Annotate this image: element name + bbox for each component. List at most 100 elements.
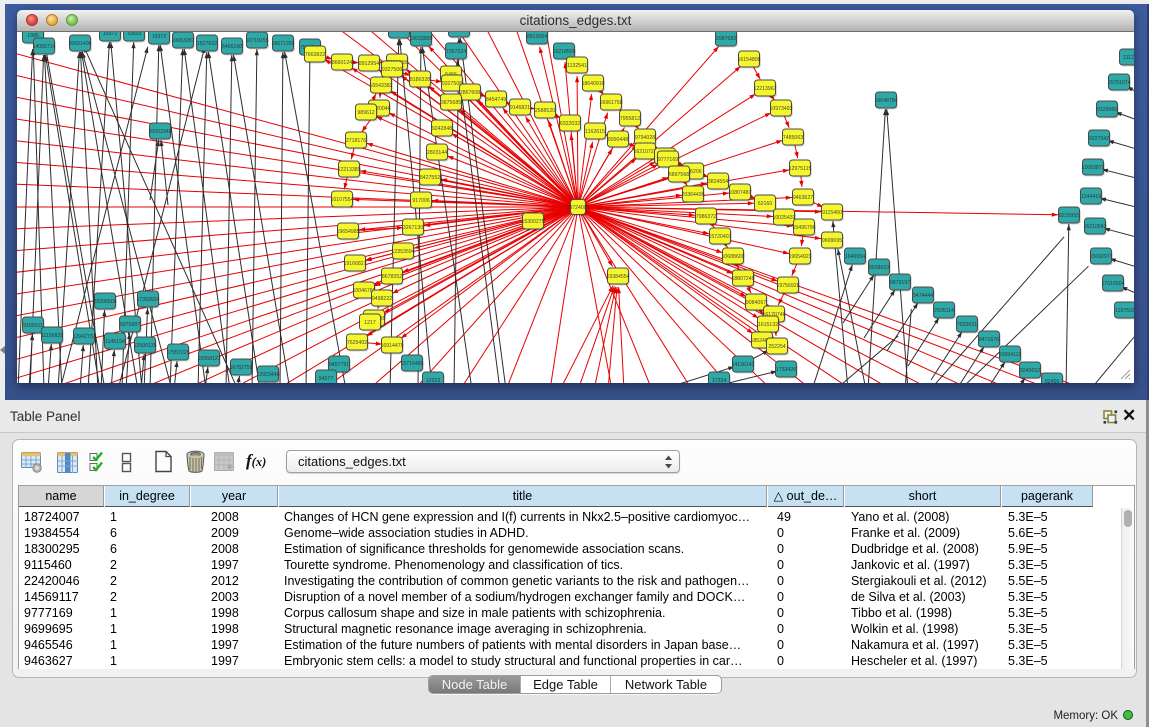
svg-text:12923: 12923 — [426, 378, 441, 383]
svg-text:1527602: 1527602 — [197, 41, 217, 47]
svg-text:10925: 10925 — [452, 32, 467, 33]
svg-text:8454749: 8454749 — [486, 97, 506, 103]
svg-text:6466160: 6466160 — [222, 44, 242, 50]
svg-text:9474444: 9474444 — [913, 293, 933, 299]
svg-text:2803144: 2803144 — [427, 150, 447, 156]
svg-text:17016504: 17016504 — [1101, 281, 1124, 287]
svg-text:8427552: 8427552 — [420, 175, 440, 181]
svg-text:9129966: 9129966 — [1097, 107, 1117, 113]
svg-text:14136141: 14136141 — [731, 362, 754, 368]
svg-text:15716485: 15716485 — [400, 361, 423, 367]
svg-text:19384554: 19384554 — [606, 274, 629, 280]
svg-text:18807249: 18807249 — [731, 276, 754, 282]
svg-text:20691406: 20691406 — [68, 41, 91, 47]
svg-text:9699695: 9699695 — [822, 238, 842, 244]
svg-text:1615132: 1615132 — [758, 322, 778, 328]
svg-text:7485063: 7485063 — [783, 135, 803, 141]
svg-text:17957225: 17957225 — [166, 350, 189, 356]
svg-text:19372: 19372 — [152, 34, 167, 40]
svg-text:12093872: 12093872 — [1081, 165, 1104, 171]
svg-text:10653287: 10653287 — [171, 38, 194, 44]
svg-text:9185011: 9185011 — [23, 323, 43, 329]
svg-text:16210722: 16210722 — [633, 149, 656, 155]
svg-text:12213389: 12213389 — [337, 167, 360, 173]
svg-text:15495796: 15495796 — [792, 225, 815, 231]
svg-text:10807487: 10807487 — [728, 190, 751, 196]
svg-text:2867608: 2867608 — [460, 90, 480, 96]
svg-text:7632621: 7632621 — [957, 322, 977, 328]
svg-text:9498222: 9498222 — [372, 296, 392, 302]
svg-text:16210643: 16210643 — [1083, 224, 1106, 230]
svg-text:1145194: 1145194 — [105, 339, 125, 345]
svg-text:10025433: 10025433 — [772, 215, 795, 221]
svg-text:20053346: 20053346 — [148, 129, 171, 135]
svg-text:8660124: 8660124 — [332, 60, 352, 66]
svg-text:19654985: 19654985 — [336, 229, 359, 235]
svg-text:9463627: 9463627 — [793, 195, 813, 201]
svg-text:15300275: 15300275 — [521, 219, 544, 225]
svg-text:2935114: 2935114 — [934, 308, 954, 314]
svg-text:8215955: 8215955 — [1059, 213, 1079, 219]
svg-text:1162615: 1162615 — [585, 129, 605, 135]
svg-text:19166827: 19166827 — [343, 261, 366, 267]
svg-text:8938923: 8938923 — [869, 265, 889, 271]
svg-text:1132541: 1132541 — [567, 63, 587, 69]
svg-text:8186328: 8186328 — [410, 77, 430, 83]
svg-text:104417: 104417 — [390, 32, 407, 34]
svg-text:19218506: 19218506 — [552, 49, 575, 55]
svg-text:3875685: 3875685 — [441, 100, 461, 106]
svg-text:16543382: 16543382 — [369, 83, 392, 89]
svg-text:8678352: 8678352 — [382, 274, 402, 280]
svg-text:19756928: 19756928 — [776, 283, 799, 289]
svg-text:19654923: 19654923 — [788, 254, 811, 260]
svg-text:9975887: 9975887 — [120, 322, 140, 328]
svg-text:8813054: 8813054 — [527, 34, 547, 40]
svg-text:12213967: 12213967 — [753, 86, 776, 92]
svg-text:9115460: 9115460 — [822, 210, 842, 216]
svg-text:10958127: 10958127 — [197, 356, 220, 362]
svg-text:6879197: 6879197 — [890, 280, 910, 286]
svg-text:17359924: 17359924 — [136, 297, 159, 303]
svg-text:10688609: 10688609 — [721, 254, 744, 260]
svg-text:16671355: 16671355 — [271, 41, 294, 47]
svg-text:18724007: 18724007 — [566, 205, 589, 211]
svg-text:917006: 917006 — [412, 198, 429, 204]
svg-text:989612: 989612 — [357, 110, 374, 116]
svg-text:1733426: 1733426 — [776, 367, 796, 373]
svg-text:10654112: 10654112 — [999, 352, 1022, 358]
svg-text:2588520: 2588520 — [535, 108, 555, 114]
svg-text:7955812: 7955812 — [620, 116, 640, 122]
svg-text:9327506: 9327506 — [382, 67, 402, 73]
svg-text:10719155: 10719155 — [245, 38, 268, 44]
svg-text:9084067: 9084067 — [746, 300, 766, 306]
svg-text:1244419: 1244419 — [1081, 194, 1101, 200]
svg-text:94577: 94577 — [319, 376, 334, 382]
svg-text:8912954: 8912954 — [359, 61, 379, 67]
svg-text:6897568: 6897568 — [669, 172, 689, 178]
svg-text:12942737: 12942737 — [72, 334, 95, 340]
svg-text:19371: 19371 — [103, 32, 118, 37]
svg-text:3824554: 3824554 — [708, 179, 728, 185]
svg-text:11156829: 11156829 — [41, 333, 63, 339]
svg-text:9227342: 9227342 — [1089, 136, 1109, 142]
svg-text:8990448: 8990448 — [608, 137, 628, 143]
svg-text:7357224: 7357224 — [446, 49, 466, 55]
svg-text:15720407: 15720407 — [708, 234, 731, 240]
svg-text:1167533: 1167533 — [1115, 308, 1134, 314]
svg-text:2087682: 2087682 — [716, 36, 736, 42]
svg-text:11125: 11125 — [1123, 55, 1134, 61]
svg-text:9146821: 9146821 — [510, 105, 530, 111]
svg-text:9794028: 9794028 — [635, 135, 655, 141]
svg-text:1217: 1217 — [364, 320, 376, 326]
svg-text:14055714: 14055714 — [32, 44, 55, 50]
svg-text:12923448: 12923448 — [256, 372, 279, 378]
svg-text:16033809: 16033809 — [409, 36, 432, 42]
svg-text:9245652: 9245652 — [1020, 368, 1040, 374]
svg-text:9242848: 9242848 — [432, 126, 452, 132]
svg-text:9457791: 9457791 — [329, 362, 349, 368]
svg-text:15692971: 15692971 — [1089, 254, 1112, 260]
svg-text:17334: 17334 — [712, 378, 727, 383]
svg-text:7663822: 7663822 — [305, 52, 325, 58]
svg-text:9777169: 9777169 — [658, 157, 678, 163]
svg-text:3267130: 3267130 — [403, 225, 423, 231]
